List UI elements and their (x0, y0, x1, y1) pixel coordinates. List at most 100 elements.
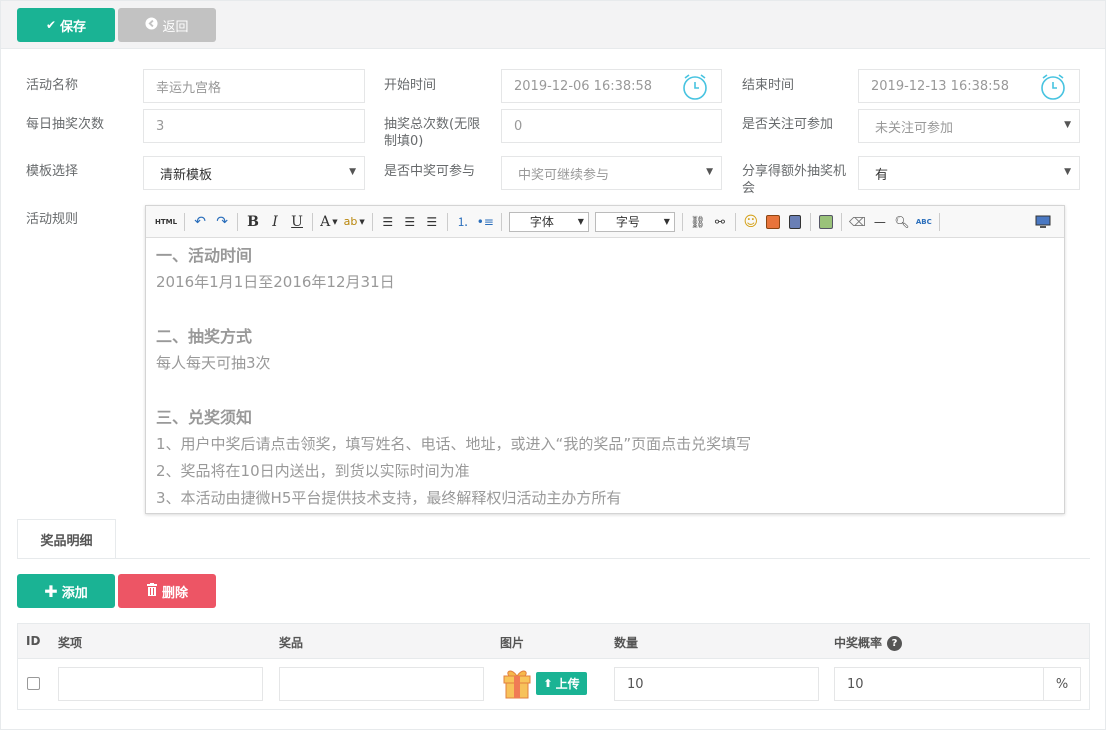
save-button[interactable]: ✔ 保存 (17, 8, 115, 42)
chevron-down-icon: ▼ (577, 216, 584, 226)
emoticon-icon[interactable]: ☺ (743, 212, 759, 232)
column-header-award: 奖项 (58, 636, 83, 650)
chevron-down-icon: ▼ (1064, 120, 1071, 130)
row-checkbox[interactable] (27, 677, 40, 690)
column-header-id: ID (26, 634, 41, 648)
column-header-image: 图片 (500, 636, 525, 650)
prize-input[interactable] (279, 667, 484, 701)
gift-icon (502, 668, 532, 704)
bold-icon[interactable]: B (245, 212, 261, 232)
percent-addon: % (1043, 667, 1081, 701)
underline-icon[interactable]: U (289, 212, 305, 232)
prize-table-header: ID 奖项 奖品 图片 数量 中奖概率? (17, 623, 1090, 659)
template-icon[interactable] (818, 212, 834, 232)
toolbar-divider (734, 212, 736, 231)
search-replace-icon[interactable]: 🔍︎ (894, 212, 910, 232)
chevron-down-icon: ▼ (349, 167, 356, 177)
chevron-down-icon: ▼ (706, 167, 713, 177)
spellcheck-icon[interactable]: ABC (916, 212, 932, 232)
toolbar-divider (371, 212, 373, 231)
italic-icon[interactable]: I (267, 212, 283, 232)
font-family-select[interactable]: 字体 ▼ (508, 211, 589, 232)
check-icon: ✔ (45, 18, 57, 32)
column-header-prize: 奖品 (279, 636, 304, 650)
editor-blank-line (156, 377, 1054, 404)
font-color-icon[interactable]: A ▼ (320, 212, 338, 232)
rich-text-editor: HTML ↶ ↷ B I U A ▼ ab ▼ ☰ ☰ ☰ ⒈ •≡ 字体 ▼ 字号 ▼… (145, 205, 1065, 514)
back-button[interactable]: 返回 (118, 8, 216, 42)
editor-paragraph: 2016年1月1日至2016年12月31日 (156, 273, 395, 291)
follow-required-select[interactable]: 未关注可参加 ▼ (858, 109, 1080, 143)
delete-prize-button[interactable]: 删除 (118, 574, 216, 608)
chevron-down-icon: ▼ (663, 216, 670, 226)
upload-button[interactable]: ⬆ 上传 (536, 672, 587, 695)
quantity-input[interactable]: 10 (614, 667, 819, 701)
activity-name-input[interactable]: 幸运九宫格 (143, 69, 365, 103)
chevron-down-icon: ▼ (1064, 167, 1071, 177)
redo-icon[interactable]: ↷ (214, 212, 230, 232)
unlink-icon[interactable]: ⚯ (712, 212, 728, 232)
undo-icon[interactable]: ↶ (192, 212, 208, 232)
editor-paragraph: 2、奖品将在10日内送出，到货以实际时间为准 (156, 462, 470, 480)
trash-icon (146, 583, 158, 599)
align-center-icon[interactable]: ☰ (402, 212, 418, 232)
editor-heading: 一、活动时间 (156, 246, 253, 265)
table-row: ⬆ 上传 10 10 % (17, 659, 1090, 710)
toolbar-divider (681, 212, 683, 231)
clock-icon[interactable] (1039, 73, 1067, 101)
toolbar-divider (184, 212, 186, 231)
winner-continue-label: 是否中奖可参与 (384, 164, 476, 179)
editor-heading: 二、抽奖方式 (156, 327, 253, 346)
editor-content[interactable]: 一、活动时间 2016年1月1日至2016年12月31日 二、抽奖方式 每人每天可抽3… (146, 238, 1064, 516)
toolbar-divider (500, 212, 502, 231)
video-icon[interactable] (787, 212, 803, 232)
horizontal-rule-icon[interactable]: — (872, 212, 888, 232)
activity-name-label: 活动名称 (26, 78, 79, 93)
total-draws-label: 抽奖总次数(无限制填0) (384, 117, 481, 149)
help-icon[interactable]: ? (887, 636, 903, 651)
editor-toolbar: HTML ↶ ↷ B I U A ▼ ab ▼ ☰ ☰ ☰ ⒈ •≡ 字体 ▼ 字号 ▼… (146, 206, 1064, 238)
eraser-icon[interactable]: ⌫ (849, 212, 866, 232)
template-label: 模板选择 (26, 164, 79, 179)
tab-prize-details[interactable]: 奖品明细 (17, 519, 116, 559)
start-time-input[interactable]: 2019-12-06 16:38:58 (501, 69, 722, 103)
html-source-button[interactable]: HTML (155, 212, 177, 232)
share-extra-select[interactable]: 有 ▼ (858, 156, 1080, 190)
follow-required-label: 是否关注可参加 (742, 117, 834, 132)
column-header-quantity: 数量 (614, 636, 639, 650)
plus-icon: ✚ (44, 581, 58, 601)
end-time-input[interactable]: 2019-12-13 16:38:58 (858, 69, 1080, 103)
toolbar-divider (840, 212, 842, 231)
unordered-list-icon[interactable]: •≡ (477, 212, 494, 232)
probability-input[interactable]: 10 (834, 667, 1045, 701)
start-time-label: 开始时间 (384, 78, 437, 93)
image-icon[interactable] (765, 212, 781, 232)
rules-label: 活动规则 (26, 212, 79, 227)
back-circle-icon (145, 17, 159, 33)
highlight-icon[interactable]: ab ▼ (344, 212, 365, 232)
editor-paragraph: 3、本活动由捷微H5平台提供技术支持，最终解释权归活动主办方所有 (156, 489, 622, 507)
preview-icon[interactable] (1035, 212, 1051, 232)
toolbar-divider (312, 212, 314, 231)
link-icon[interactable]: ⛓ (690, 212, 706, 232)
daily-draws-input[interactable]: 3 (143, 109, 365, 143)
column-header-probability: 中奖概率? (834, 634, 903, 651)
total-draws-input[interactable]: 0 (501, 109, 722, 143)
share-extra-label: 分享得额外抽奖机会 (742, 164, 847, 196)
top-toolbar: ✔ 保存 返回 (1, 1, 1105, 49)
winner-continue-select[interactable]: 中奖可继续参与 ▼ (501, 156, 722, 190)
tab-divider (17, 558, 1090, 559)
ordered-list-icon[interactable]: ⒈ (455, 212, 471, 232)
editor-paragraph: 每人每天可抽3次 (156, 354, 271, 372)
font-size-select[interactable]: 字号 ▼ (594, 211, 675, 232)
end-time-label: 结束时间 (742, 78, 795, 93)
clock-icon[interactable] (681, 73, 709, 101)
editor-blank-line (156, 296, 1054, 323)
award-input[interactable] (58, 667, 263, 701)
align-left-icon[interactable]: ☰ (380, 212, 396, 232)
align-right-icon[interactable]: ☰ (424, 212, 440, 232)
add-prize-button[interactable]: ✚ 添加 (17, 574, 115, 608)
toolbar-divider (938, 212, 940, 231)
template-select[interactable]: 清新模板 ▼ (143, 156, 365, 190)
page-frame: ✔ 保存 返回 活动名称 幸运九宫格 开始时间 2019-12-06 16:38:… (0, 0, 1106, 730)
